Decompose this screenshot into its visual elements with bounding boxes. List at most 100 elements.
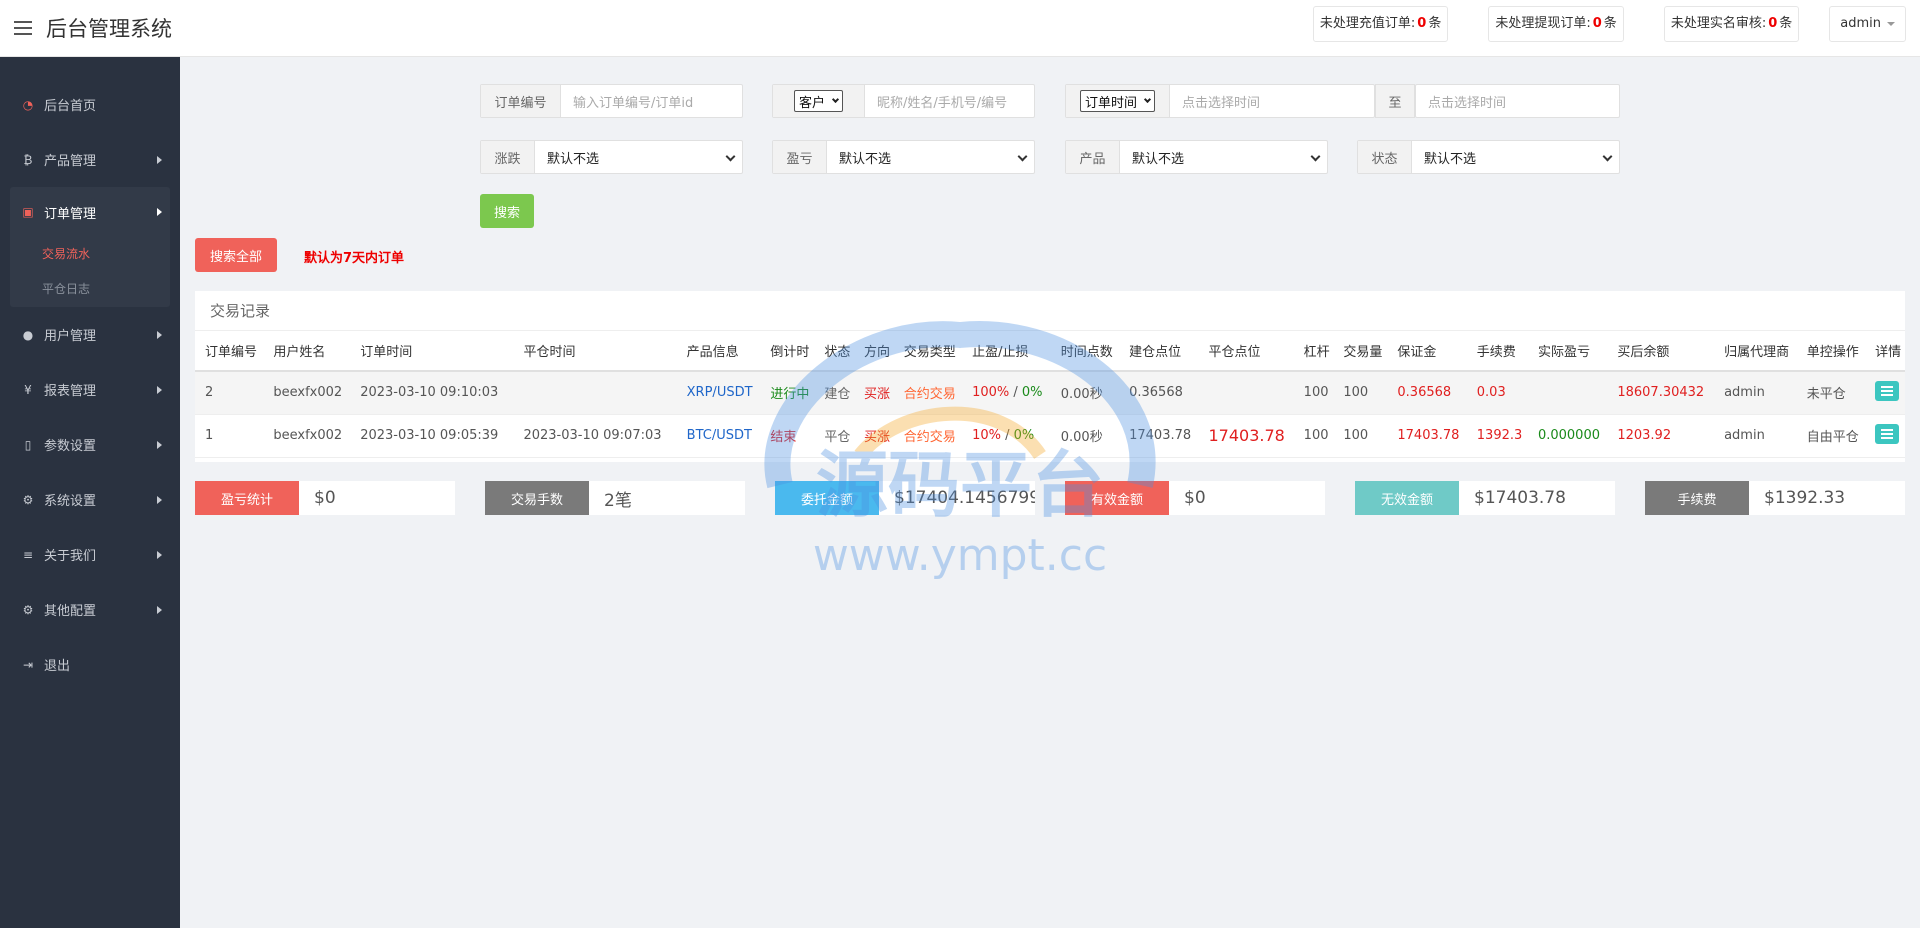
sidebar: ◔ 后台首页 ₿ 产品管理 ▣ 订单管理 交易流水 平仓日志 ● 用户管理 ¥ 报表管理 … xyxy=(0,57,180,928)
stat-valid-amount: 有效金额 $0 xyxy=(1065,481,1325,515)
sidebar-item-system[interactable]: ⚙ 系统设置 xyxy=(0,472,180,527)
sidebar-subitem-trade-flow[interactable]: 交易流水 xyxy=(10,237,170,272)
stat-tag: 委托金额 xyxy=(775,481,879,515)
col-direction: 方向 xyxy=(854,331,894,372)
stat-value: $17403.78 xyxy=(1459,481,1615,515)
customer-filter: 客户 昵称/姓名/手机号/编号 xyxy=(772,84,1035,118)
chevron-down-icon xyxy=(1017,151,1028,162)
time-filter-start: 订单时间 点击选择时间 xyxy=(1065,84,1375,118)
col-open-price: 建仓点位 xyxy=(1119,331,1199,372)
col-product: 产品信息 xyxy=(676,331,761,372)
gear-icon: ⚙ xyxy=(22,602,34,617)
main-content: 订单编号 输入订单编号/订单id 客户 昵称/姓名/手机号/编号 订单时间 点击… xyxy=(180,57,1920,928)
col-fee: 手续费 xyxy=(1466,331,1528,372)
chevron-right-icon xyxy=(157,385,162,394)
status-select[interactable]: 默认不选 xyxy=(1412,141,1619,173)
app-title: 后台管理系统 xyxy=(46,17,172,41)
col-trade-type: 交易类型 xyxy=(893,331,963,372)
pending-recharge-notice[interactable]: 未处理充值订单: 0 条 xyxy=(1312,6,1449,42)
list-icon: ≡ xyxy=(22,547,34,562)
table-header-row: 订单编号 用户姓名 订单时间 平仓时间 产品信息 倒计时 状态 方向 交易类型 … xyxy=(195,331,1905,372)
col-margin: 保证金 xyxy=(1387,331,1467,372)
sidebar-item-users[interactable]: ● 用户管理 xyxy=(0,307,180,362)
stat-tag: 交易手数 xyxy=(485,481,589,515)
search-button[interactable]: 搜索 xyxy=(480,194,534,228)
stat-value: $17404.1456799999 xyxy=(879,481,1035,515)
user-menu-dropdown[interactable]: admin xyxy=(1829,6,1906,42)
order-no-filter: 订单编号 输入订单编号/订单id xyxy=(480,84,743,118)
detail-icon[interactable] xyxy=(1875,423,1900,444)
chevron-down-icon xyxy=(1310,151,1321,162)
chevron-down-icon xyxy=(1602,151,1613,162)
header-notices: 未处理充值订单: 0 条 未处理提现订单: 0 条 未处理实名审核: 0 条 admin xyxy=(1273,6,1906,42)
chevron-right-icon xyxy=(157,330,162,339)
col-leverage: 杠杆 xyxy=(1293,331,1334,372)
top-header: 后台管理系统 未处理充值订单: 0 条 未处理提现订单: 0 条 未处理实名审核: 0 条 … xyxy=(0,0,1920,57)
customer-input[interactable]: 昵称/姓名/手机号/编号 xyxy=(865,85,1034,117)
table-row: 2 beexfx002 2023-03-10 09:10:03 XRP/USDT… xyxy=(195,371,1905,415)
product-select[interactable]: 默认不选 xyxy=(1120,141,1327,173)
col-close-price: 平仓点位 xyxy=(1198,331,1294,372)
product-filter: 产品 默认不选 xyxy=(1065,140,1328,174)
profit-select[interactable]: 默认不选 xyxy=(827,141,1034,173)
col-agent: 归属代理商 xyxy=(1714,331,1797,372)
stat-tag: 无效金额 xyxy=(1355,481,1459,515)
search-all-button[interactable]: 搜索全部 xyxy=(195,238,277,272)
stat-invalid-amount: 无效金额 $17403.78 xyxy=(1355,481,1615,515)
col-points: 时间点数 xyxy=(1050,331,1120,372)
logout-icon: ⇥ xyxy=(22,657,34,672)
time-range-separator: 至 xyxy=(1375,84,1415,118)
sidebar-item-home[interactable]: ◔ 后台首页 xyxy=(0,77,180,132)
stat-value: $1392.33 xyxy=(1749,481,1905,515)
profit-filter: 盈亏 默认不选 xyxy=(772,140,1035,174)
start-time-input[interactable]: 点击选择时间 xyxy=(1170,85,1374,117)
col-balance: 买后余额 xyxy=(1607,331,1715,372)
end-time-input[interactable]: 点击选择时间 xyxy=(1416,85,1619,117)
stat-tag: 手续费 xyxy=(1645,481,1749,515)
stat-fee: 手续费 $1392.33 xyxy=(1645,481,1905,515)
chevron-right-icon xyxy=(157,155,162,164)
gears-icon: ⚙ xyxy=(22,492,34,507)
stat-tag: 盈亏统计 xyxy=(195,481,299,515)
stat-entrusted-amount: 委托金额 $17404.1456799999 xyxy=(775,481,1035,515)
trade-records-card: 交易记录 订单编号 用户姓名 订单时间 平仓时间 产品信息 倒计时 状态 方向 … xyxy=(195,291,1905,462)
time-type-select[interactable]: 订单时间 xyxy=(1079,90,1155,112)
sidebar-item-orders[interactable]: ▣ 订单管理 xyxy=(10,187,170,237)
pending-kyc-notice[interactable]: 未处理实名审核: 0 条 xyxy=(1663,6,1800,42)
menu-toggle-icon[interactable] xyxy=(14,21,32,35)
trade-records-table: 订单编号 用户姓名 订单时间 平仓时间 产品信息 倒计时 状态 方向 交易类型 … xyxy=(195,331,1905,458)
yen-icon: ¥ xyxy=(24,382,32,397)
dashboard-icon: ◔ xyxy=(22,97,34,112)
sidebar-subitem-close-log[interactable]: 平仓日志 xyxy=(10,272,170,307)
chevron-right-icon xyxy=(157,495,162,504)
rise-fall-select[interactable]: 默认不选 xyxy=(535,141,742,173)
default-range-hint: 默认为7天内订单 xyxy=(304,251,405,266)
sidebar-item-about[interactable]: ≡ 关于我们 xyxy=(0,527,180,582)
detail-icon[interactable] xyxy=(1875,380,1900,401)
customer-type-select[interactable]: 客户 xyxy=(793,90,843,112)
chevron-right-icon xyxy=(157,550,162,559)
stat-profit: 盈亏统计 $0 xyxy=(195,481,455,515)
col-tp-sl: 止盈/止损 xyxy=(962,331,1051,372)
col-detail: 详情 xyxy=(1865,331,1905,372)
chevron-right-icon xyxy=(157,440,162,449)
chevron-down-icon xyxy=(1143,95,1152,104)
col-order-no: 订单编号 xyxy=(195,331,264,372)
sidebar-item-other[interactable]: ⚙ 其他配置 xyxy=(0,582,180,637)
pending-withdraw-notice[interactable]: 未处理提现订单: 0 条 xyxy=(1488,6,1624,42)
sidebar-item-products[interactable]: ₿ 产品管理 xyxy=(0,132,180,187)
stat-value: 2笔 xyxy=(589,481,745,515)
order-no-input[interactable]: 输入订单编号/订单id xyxy=(561,85,742,117)
chevron-down-icon xyxy=(725,151,736,162)
status-filter: 状态 默认不选 xyxy=(1357,140,1620,174)
sidebar-item-logout[interactable]: ⇥ 退出 xyxy=(0,637,180,692)
time-filter-end: 点击选择时间 xyxy=(1415,84,1620,118)
bitcoin-icon: ₿ xyxy=(23,152,33,167)
col-volume: 交易量 xyxy=(1333,331,1388,372)
sidebar-item-params[interactable]: ▯ 参数设置 xyxy=(0,417,180,472)
card-title: 交易记录 xyxy=(195,291,1905,331)
chevron-down-icon xyxy=(831,95,840,104)
chevron-right-icon xyxy=(157,605,162,614)
sidebar-item-reports[interactable]: ¥ 报表管理 xyxy=(0,362,180,417)
col-close-time: 平仓时间 xyxy=(513,331,677,372)
